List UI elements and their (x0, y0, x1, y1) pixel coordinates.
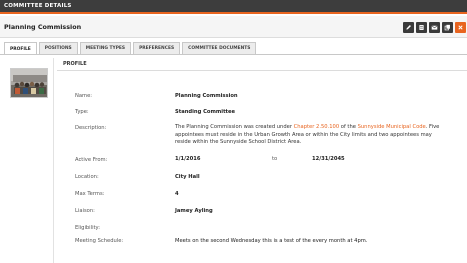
tab-committee-documents[interactable]: COMMITTEE DOCUMENTS (182, 42, 257, 54)
image-column (4, 58, 54, 263)
toolbar (403, 22, 466, 34)
committee-photo-image (11, 69, 47, 97)
chapter-link[interactable]: Chapter 2.50.100 (294, 124, 340, 130)
location-label: Location: (75, 174, 99, 180)
name-label: Name: (75, 93, 93, 99)
document-icon (419, 25, 424, 30)
committee-name-bar: Planning Commission (0, 16, 467, 38)
liaison-label: Liaison: (75, 208, 95, 214)
municipal-code-link[interactable]: Sunnyside Municipal Code (358, 124, 426, 130)
edit-button[interactable] (403, 22, 414, 33)
committee-name: Planning Commission (4, 23, 82, 31)
liaison-value: Jamey Ayling (175, 208, 213, 214)
max-terms-label: Max Terms: (75, 191, 105, 197)
copy-button[interactable] (442, 22, 453, 33)
pencil-icon (406, 25, 411, 30)
name-value: Planning Commission (175, 93, 238, 99)
description-text: of the (339, 124, 358, 130)
close-icon (458, 25, 463, 30)
committee-photo (10, 68, 48, 98)
meeting-schedule-value: Meets on the second Wednesday this is a … (175, 238, 368, 244)
profile-panel-header: PROFILE (57, 57, 467, 71)
tab-preferences[interactable]: PREFERENCES (133, 42, 181, 54)
profile-heading: PROFILE (63, 61, 87, 67)
meeting-schedule-label: Meeting Schedule: (75, 238, 124, 244)
eligibility-label: Eligibility: (75, 225, 100, 231)
max-terms-value: 4 (175, 191, 179, 197)
copy-icon (444, 24, 450, 31)
email-button[interactable] (429, 22, 440, 33)
document-button[interactable] (416, 22, 427, 33)
close-button[interactable] (455, 22, 466, 33)
active-to-value: 12/31/2045 (312, 156, 345, 162)
type-label: Type: (75, 109, 89, 115)
tab-meeting-types[interactable]: MEETING TYPES (79, 42, 132, 54)
description-value: The Planning Commission was created unde… (175, 124, 445, 147)
mail-icon (431, 25, 438, 30)
type-value: Standing Committee (175, 109, 236, 115)
active-from-label: Active From: (75, 157, 108, 163)
active-to-label: to (272, 156, 278, 162)
active-from-value: 1/1/2016 (175, 156, 201, 162)
tab-positions[interactable]: POSITIONS (38, 42, 78, 54)
tab-divider (0, 54, 467, 55)
tab-bar: PROFILE POSITIONS MEETING TYPES PREFEREN… (4, 42, 257, 55)
window-title: COMMITTEE DETAILS (4, 3, 72, 9)
window-title-bar: COMMITTEE DETAILS (0, 0, 467, 14)
location-value: City Hall (175, 174, 200, 180)
description-text: The Planning Commission was created unde… (175, 124, 294, 130)
description-label: Description: (75, 125, 107, 131)
